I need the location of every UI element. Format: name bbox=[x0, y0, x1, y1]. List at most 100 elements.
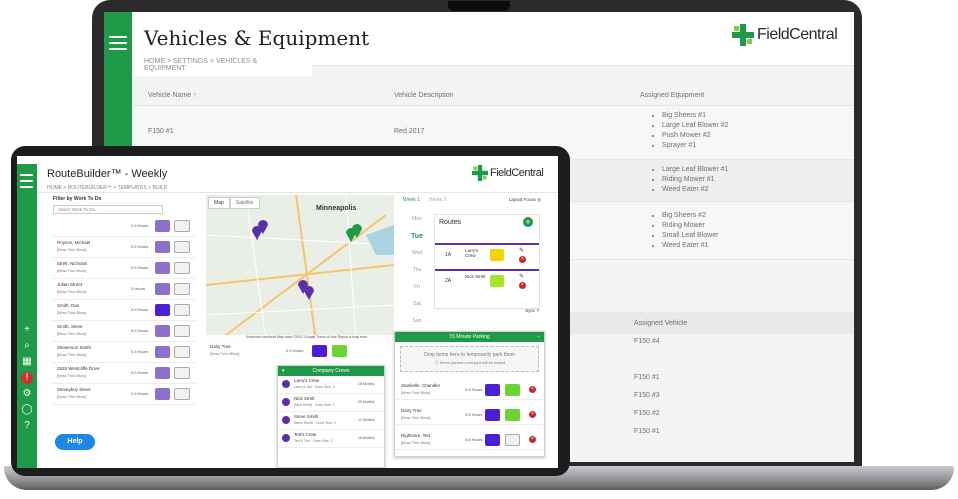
status-color-swatch[interactable] bbox=[332, 345, 347, 357]
status-color-swatch[interactable] bbox=[505, 409, 520, 421]
work-item[interactable]: 0.5 Hours bbox=[51, 216, 196, 237]
help-icon[interactable]: ? bbox=[21, 420, 33, 432]
crew-color-swatch[interactable] bbox=[155, 283, 170, 295]
status-color-swatch[interactable] bbox=[174, 388, 190, 400]
alert-icon[interactable]: ! bbox=[21, 372, 33, 384]
crews-header[interactable]: ▾ Company Crews bbox=[278, 366, 384, 376]
crew-color-swatch[interactable] bbox=[155, 346, 170, 358]
crew-color-swatch[interactable] bbox=[155, 241, 170, 253]
status-color-swatch[interactable] bbox=[174, 367, 190, 379]
breadcrumb[interactable]: HOME > SETTINGS > VEHICLES & EQUIPMENT bbox=[132, 54, 312, 76]
add-route-icon[interactable]: + bbox=[523, 217, 533, 227]
status-color-swatch[interactable] bbox=[174, 325, 190, 337]
company-crews-panel: ▾ Company Crews Larry's Crew Larry & Jim … bbox=[277, 365, 385, 468]
tab-week-2[interactable]: Week 2 bbox=[429, 197, 446, 203]
work-filter-select[interactable]: Select Work To Do... bbox=[53, 205, 163, 214]
crew-row[interactable]: Steve Smith Steve Smith · Crew Size: 2 12 … bbox=[278, 412, 384, 430]
add-icon[interactable]: + bbox=[21, 324, 33, 336]
work-item[interactable]: Smith, Steve [Mow Trim Blow] 0.5 Hours bbox=[51, 321, 196, 342]
breadcrumb[interactable]: HOME > ROUTEBUILDER™ > TEMPLATES > BUILD bbox=[47, 185, 167, 191]
help-button[interactable]: Help bbox=[55, 434, 95, 450]
parked-item[interactable]: Rightmire, Ted [Mow Trim Blow] 0.8 Hours × bbox=[395, 430, 544, 450]
parked-item[interactable]: Stankelle, Chandler [Mow Trim Blow] 0.5 Ho… bbox=[395, 380, 544, 400]
route-row[interactable]: 1A Larry's Crew ✎ × bbox=[435, 243, 539, 265]
status-color-swatch[interactable] bbox=[505, 384, 520, 396]
crew-color-swatch[interactable] bbox=[312, 345, 327, 357]
parking-drop-zone[interactable]: Drop items here to temporarily park them… bbox=[400, 346, 539, 372]
delete-icon[interactable]: × bbox=[529, 411, 536, 418]
day-tab[interactable]: Sun bbox=[403, 318, 431, 324]
device-mockup: Vehicles & Equipment FieldCentral HOME >… bbox=[0, 0, 958, 499]
parking-header[interactable]: 15 Minute Parking − bbox=[395, 332, 544, 342]
crew-color-swatch[interactable] bbox=[485, 434, 500, 446]
col-assigned-equipment[interactable]: Assigned Equipment bbox=[640, 92, 704, 99]
user-icon[interactable]: ◯ bbox=[21, 404, 33, 416]
menu-icon[interactable] bbox=[20, 174, 33, 188]
status-color-swatch[interactable] bbox=[174, 346, 190, 358]
col-vehicle-name[interactable]: Vehicle Name ↑ bbox=[148, 92, 197, 99]
crew-row[interactable]: Ted's Crew Ted & Tim · Crew Size: 2 16 Mon… bbox=[278, 430, 384, 448]
collapse-icon[interactable]: ▾ bbox=[282, 366, 285, 376]
item-name: 2525 Westcliffe Drive bbox=[57, 366, 100, 371]
route-row[interactable]: 2A Nick Strelt ✎ × bbox=[435, 269, 539, 291]
routes-list: Routes + 1A Larry's Crew ✎ × 2A Nick Str… bbox=[434, 214, 540, 309]
crew-color-swatch[interactable] bbox=[155, 325, 170, 337]
delete-icon[interactable]: × bbox=[529, 436, 536, 443]
day-tab[interactable]: Mon bbox=[403, 216, 431, 222]
delete-icon[interactable]: × bbox=[519, 256, 526, 263]
menu-icon[interactable] bbox=[109, 36, 127, 50]
laptop-camera bbox=[448, 1, 510, 11]
work-item[interactable]: Steveyboy Steve [Mow Trim Blow] 0.5 Hours bbox=[51, 384, 196, 405]
day-tab[interactable]: Fri bbox=[403, 284, 431, 290]
status-color-swatch[interactable] bbox=[174, 241, 190, 253]
item-hours: 0.5 Hours bbox=[131, 328, 149, 333]
crew-name: Larry's Crew bbox=[294, 378, 320, 383]
crew-color-swatch[interactable] bbox=[155, 388, 170, 400]
day-tab[interactable]: Sat bbox=[403, 301, 431, 307]
edit-icon[interactable]: ✎ bbox=[519, 247, 524, 254]
crew-color-swatch[interactable] bbox=[485, 384, 500, 396]
day-tab[interactable]: Tue bbox=[403, 233, 431, 240]
assigned-vehicle-label[interactable]: Assigned Vehicle bbox=[634, 320, 687, 327]
delete-icon[interactable]: × bbox=[519, 282, 526, 289]
delete-icon[interactable]: × bbox=[529, 386, 536, 393]
item-type: [Mow Trim Blow] bbox=[401, 440, 431, 445]
day-tab[interactable]: Wed bbox=[403, 250, 431, 256]
gear-icon[interactable]: ⚙ bbox=[21, 388, 33, 400]
search-icon[interactable]: ⌕ bbox=[21, 340, 33, 352]
work-item[interactable]: Royson, Michael [Mow Trim Blow] 0.5 Hours bbox=[51, 237, 196, 258]
item-hours: 0.5 Hours bbox=[131, 307, 149, 312]
crew-tenure: 20 Months bbox=[358, 400, 375, 404]
edit-icon[interactable]: ✎ bbox=[519, 273, 524, 280]
calendar-icon[interactable]: ▦ bbox=[21, 356, 33, 368]
sync-button[interactable]: Sync ? bbox=[525, 308, 539, 313]
col-vehicle-description[interactable]: Vehicle Description bbox=[394, 92, 454, 99]
tab-week-1[interactable]: Week 1 bbox=[403, 197, 420, 203]
crew-tenure: 18 Months bbox=[358, 382, 375, 386]
work-item[interactable]: Strelt, Nicholas [Mow Trim Blow] 0.5 Hours bbox=[51, 258, 196, 279]
status-color-swatch[interactable] bbox=[174, 283, 190, 295]
work-item[interactable]: Stevenson Smith [Mow Trim Blow] 0.5 Hours bbox=[51, 342, 196, 363]
status-color-swatch[interactable] bbox=[174, 220, 190, 232]
status-color-swatch[interactable] bbox=[505, 434, 520, 446]
day-tab[interactable]: Thu bbox=[403, 267, 431, 273]
crew-color-swatch[interactable] bbox=[155, 367, 170, 379]
crew-color-swatch[interactable] bbox=[155, 220, 170, 232]
crew-color-swatch[interactable] bbox=[155, 262, 170, 274]
crew-row[interactable]: Nick Strelt [Nick Strelt] · Crew Size: 1 2… bbox=[278, 394, 384, 412]
status-color-swatch[interactable] bbox=[174, 262, 190, 274]
work-item[interactable]: Smith, Dan [Mow Trim Blow] 0.5 Hours bbox=[51, 300, 196, 321]
status-color-swatch[interactable] bbox=[174, 304, 190, 316]
parked-item[interactable]: Dairy Tree [Mow Trim Blow] 0.5 Hours × bbox=[395, 405, 544, 425]
work-item[interactable]: 2525 Westcliffe Drive [Mow Trim Blow] 0.5 … bbox=[51, 363, 196, 384]
collapse-icon[interactable]: − bbox=[537, 332, 540, 342]
work-item[interactable]: Julian Street [Mow Trim Blow] 3 Hours bbox=[51, 279, 196, 300]
crew-color-swatch[interactable] bbox=[155, 304, 170, 316]
crew-row[interactable]: Larry's Crew Larry & Jim · Crew Size: 3 18… bbox=[278, 376, 384, 394]
work-item-dairy-tree[interactable]: Dairy Tree [Mow Trim Blow] 0.5 Hours bbox=[206, 342, 376, 362]
route-map[interactable]: Map Satellite Minneapolis Keyboard short… bbox=[206, 195, 394, 341]
item-type: [Mow Trim Blow] bbox=[57, 247, 87, 252]
item-type: [Mow Trim Blow] bbox=[57, 289, 87, 294]
layout-focus-toggle[interactable]: Layout Focus ◎ bbox=[509, 197, 541, 203]
crew-color-swatch[interactable] bbox=[485, 409, 500, 421]
